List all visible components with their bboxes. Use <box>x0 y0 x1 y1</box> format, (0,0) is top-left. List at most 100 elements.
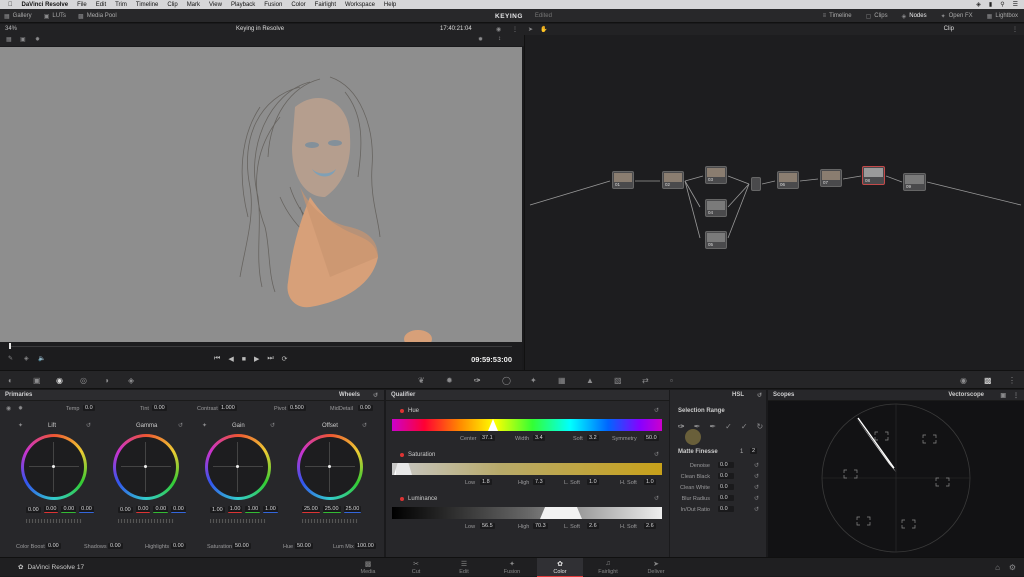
qualifier-reset-icon[interactable]: ↺ <box>757 392 762 399</box>
node-05[interactable]: 05 <box>705 231 727 249</box>
scrubber-playhead[interactable] <box>9 343 11 349</box>
lift-wheel[interactable] <box>21 434 87 500</box>
hdr-icon[interactable]: ◎ <box>80 376 87 385</box>
scopes-icon[interactable]: ▩ <box>984 376 992 385</box>
hue-range-handle[interactable] <box>488 419 498 431</box>
menu-trim[interactable]: Trim <box>115 2 127 8</box>
node-04[interactable]: 04 <box>705 199 727 217</box>
image-wipe-icon[interactable]: ▦ <box>6 36 12 43</box>
menu-help[interactable]: Help <box>384 2 396 8</box>
battery-icon[interactable]: ▮ <box>989 1 992 8</box>
primaries-bars-icon[interactable]: ◉ <box>6 405 11 412</box>
viewer-clip-name[interactable]: Keying in Resolve <box>236 26 284 32</box>
play-icon[interactable]: ▶ <box>254 355 259 363</box>
scrubber-track[interactable] <box>10 346 512 347</box>
apple-icon[interactable]:  <box>8 2 13 8</box>
lift-master-slider[interactable] <box>26 519 82 523</box>
blur-radius-value[interactable]: 0.0 <box>718 495 734 501</box>
pointer-icon[interactable]: ➤ <box>528 26 533 33</box>
shadows-value[interactable]: 0.00 <box>108 543 123 549</box>
node-01[interactable]: 01 <box>612 171 634 189</box>
menu-mark[interactable]: Mark <box>187 2 200 8</box>
menu-fusion[interactable]: Fusion <box>264 2 282 8</box>
offset-r-value[interactable]: 25.00 <box>302 506 320 513</box>
sat-lsoft-value[interactable]: 1.0 <box>587 479 599 485</box>
highlight-icon[interactable]: ✸ <box>35 36 40 43</box>
menu-workspace[interactable]: Workspace <box>345 2 375 8</box>
color-warper-icon[interactable]: ✹ <box>446 376 453 385</box>
page-tab-edit[interactable]: ☰ Edit <box>441 558 487 577</box>
lift-g-value[interactable]: 0.00 <box>61 506 77 513</box>
clean-black-reset-icon[interactable]: ↺ <box>754 473 759 480</box>
saturation-range-handle[interactable] <box>394 463 412 475</box>
skip-last-icon[interactable]: ⏭ <box>267 355 273 363</box>
luminance-enable-dot[interactable] <box>400 497 404 501</box>
nodes-button[interactable]: ◈ Nodes <box>902 13 927 20</box>
layer-mixer-node[interactable] <box>751 177 761 191</box>
gamma-y-value[interactable]: 0.00 <box>118 506 133 513</box>
lum-lsoft-value[interactable]: 2.6 <box>587 523 599 529</box>
page-tab-deliver[interactable]: ➤ Deliver <box>633 558 679 577</box>
home-icon[interactable]: ⌂ <box>995 563 1000 572</box>
luminance-reset-icon[interactable]: ↺ <box>654 495 659 502</box>
color-wheels-icon[interactable]: ◉ <box>56 376 63 385</box>
picker-icon[interactable]: ✑ <box>678 422 685 431</box>
control-center-icon[interactable]: ☰ <box>1013 1 1018 8</box>
feather-plus-icon[interactable]: ✓ <box>741 422 748 431</box>
sat-low-value[interactable]: 1.8 <box>480 479 492 485</box>
sat-high-value[interactable]: 7.3 <box>533 479 545 485</box>
wifi-icon[interactable]: ◈ <box>976 1 981 8</box>
offset-wheel[interactable] <box>297 434 363 500</box>
menu-playback[interactable]: Playback <box>231 2 255 8</box>
colorboost-value[interactable]: 0.00 <box>46 543 61 549</box>
qualifier-mode-label[interactable]: HSL <box>732 392 744 398</box>
menu-view[interactable]: View <box>209 2 222 8</box>
inout-ratio-value[interactable]: 0.0 <box>718 506 734 512</box>
window-icon[interactable]: ◯ <box>502 376 511 385</box>
menu-edit[interactable]: Edit <box>96 2 106 8</box>
node-09[interactable]: 09 <box>903 173 926 191</box>
clean-white-reset-icon[interactable]: ↺ <box>754 484 759 491</box>
gain-master-slider[interactable] <box>210 519 266 523</box>
scopes-more-icon[interactable]: ⋮ <box>1013 392 1019 399</box>
tracker-icon[interactable]: ✦ <box>530 376 537 385</box>
toolbar-more-icon[interactable]: ⋮ <box>1008 376 1016 385</box>
hue-value[interactable]: 50.00 <box>295 543 313 549</box>
gain-wheel[interactable] <box>205 434 271 500</box>
node-graph[interactable]: 01 02 03 04 05 06 07 08 09 <box>524 24 1024 370</box>
menu-clip[interactable]: Clip <box>167 2 177 8</box>
volume-icon[interactable]: 🔈 <box>38 355 45 362</box>
lightbox-button[interactable]: ▦ Lightbox <box>987 13 1018 20</box>
page-tab-cut[interactable]: ✂ Cut <box>393 558 439 577</box>
gamma-r-value[interactable]: 0.00 <box>135 506 151 513</box>
info-icon[interactable]: ◉ <box>960 376 967 385</box>
gamma-wheel[interactable] <box>113 434 179 500</box>
play-reverse-icon[interactable]: ◀ <box>228 355 233 363</box>
offset-b-value[interactable]: 25.00 <box>343 506 362 513</box>
highlights-value[interactable]: 0.00 <box>171 543 186 549</box>
gamma-g-value[interactable]: 0.00 <box>153 506 169 513</box>
sat-hsoft-value[interactable]: 1.0 <box>644 479 656 485</box>
picker-plus-icon[interactable]: ✒ <box>709 422 716 431</box>
primaries-reset-icon[interactable]: ↺ <box>373 392 378 399</box>
page-tab-media[interactable]: ▩ Media <box>345 558 391 577</box>
viewer-expand-icon[interactable]: ↕ <box>498 36 501 42</box>
page-tab-color[interactable]: ✿ Color <box>537 558 583 577</box>
viewer-fx-icon[interactable]: ✹ <box>478 36 483 43</box>
saturation-value[interactable]: 50.00 <box>233 543 251 549</box>
timeline-button[interactable]: ≡ Timeline <box>823 13 852 19</box>
menu-app-name[interactable]: DaVinci Resolve <box>22 2 69 8</box>
primaries-mode[interactable]: Wheels <box>339 392 360 398</box>
node-07[interactable]: 07 <box>820 169 842 187</box>
hue-width-value[interactable]: 3.4 <box>533 435 545 441</box>
viewer-options-icon[interactable]: ◉ <box>496 26 501 33</box>
magic-mask-icon[interactable]: ▦ <box>558 376 566 385</box>
hue-symmetry-value[interactable]: 50.0 <box>644 435 659 441</box>
skip-first-icon[interactable]: ⏮ <box>214 355 220 363</box>
middetail-value[interactable]: 0.00 <box>358 405 373 411</box>
color-match-icon[interactable]: ▣ <box>33 376 41 385</box>
node-08[interactable]: 08 <box>862 166 885 185</box>
camera-raw-icon[interactable]: ◐ <box>8 376 13 385</box>
contrast-value[interactable]: 1.000 <box>219 405 237 411</box>
stop-icon[interactable]: ■ <box>242 356 246 363</box>
